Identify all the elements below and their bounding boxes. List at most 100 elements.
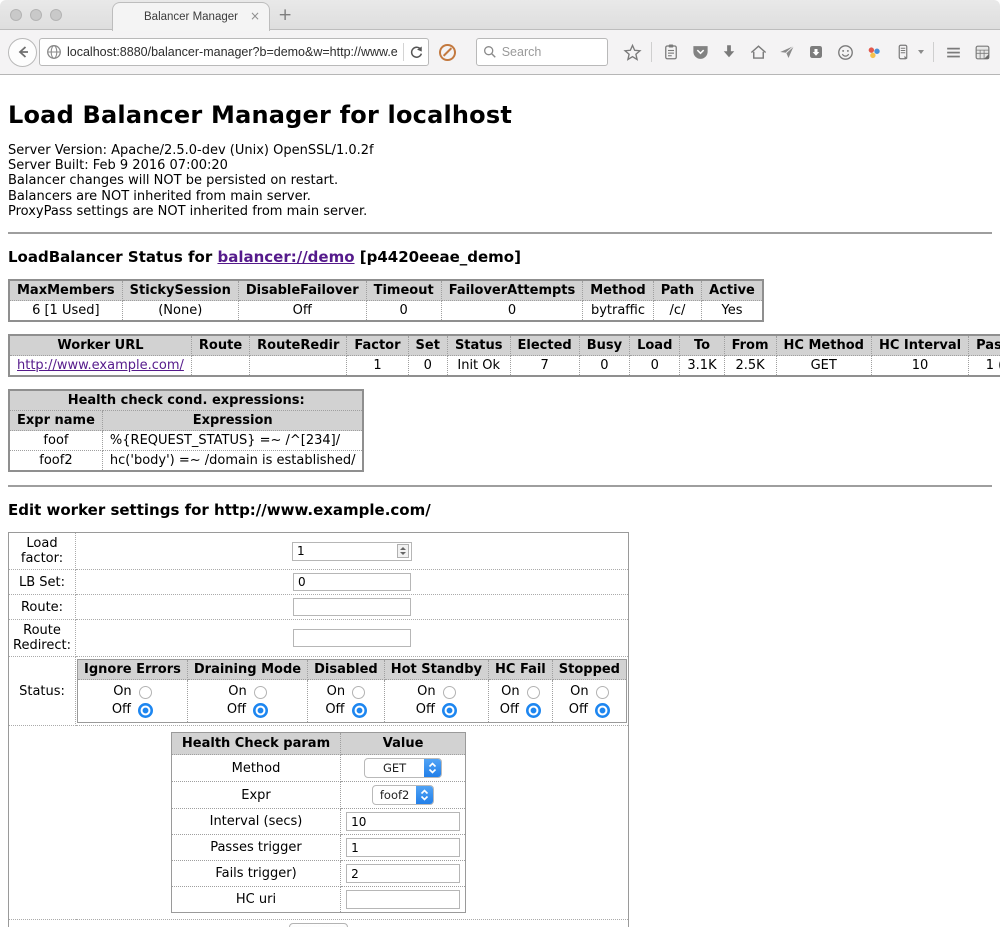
lb-set-input[interactable]	[293, 573, 411, 591]
back-button[interactable]	[8, 38, 37, 67]
bookmark-star-icon[interactable]	[622, 42, 642, 62]
lb-set-label: LB Set:	[9, 570, 76, 595]
number-stepper-icon[interactable]	[397, 544, 409, 558]
emoji-icon[interactable]	[835, 42, 855, 62]
cell: 6 [1 Used]	[9, 301, 122, 322]
balancer-demo-link[interactable]: balancer://demo	[217, 248, 354, 266]
menu-hamburger-icon[interactable]	[943, 42, 963, 62]
hc-passes-input[interactable]	[346, 838, 460, 857]
header-cell: MaxMembers	[9, 280, 122, 301]
tab-close-icon[interactable]: ×	[250, 10, 260, 22]
header-cell: Method	[583, 280, 653, 301]
route-input[interactable]	[293, 598, 411, 616]
worker-url-link[interactable]: http://www.example.com/	[17, 358, 184, 373]
color-dots-extension-icon[interactable]	[864, 42, 884, 62]
radio-label-on: On	[570, 683, 588, 701]
device-battery-icon[interactable]	[893, 42, 913, 62]
radio-ignore-errors-on[interactable]	[139, 686, 152, 699]
health-check-params-table: Health Check param Value Method GET	[171, 732, 466, 913]
hc-expr-label: Expr	[171, 782, 340, 809]
hc-fails-input[interactable]	[346, 864, 460, 883]
header-cell: Disabled	[308, 660, 385, 680]
window-close-button[interactable]	[10, 9, 22, 21]
reading-list-icon[interactable]	[661, 42, 681, 62]
radio-stopped-off[interactable]	[595, 703, 610, 718]
expr-row: foof %{REQUEST_STATUS} =~ /^[234]/	[9, 431, 363, 451]
cell: 0	[630, 356, 680, 377]
url-input[interactable]	[67, 45, 398, 59]
header-cell: Load	[630, 335, 680, 356]
radio-stopped-on[interactable]	[596, 686, 609, 699]
select-chevrons-icon	[416, 785, 433, 805]
search-bar[interactable]	[476, 38, 608, 66]
method-select-value: GET	[365, 761, 424, 775]
radio-label-on: On	[327, 683, 345, 701]
radio-hot-standby-off[interactable]	[442, 703, 457, 718]
table-row: 6 [1 Used] (None) Off 0 0 bytraffic /c/ …	[9, 301, 763, 322]
status-radio-row: On Off On Off On Off	[78, 680, 627, 723]
grid-extension-icon[interactable]	[972, 42, 992, 62]
cell: 3.1K	[680, 356, 724, 377]
load-factor-cell	[76, 533, 629, 570]
submit-button[interactable]: Submit	[289, 923, 348, 927]
radio-hot-standby-on[interactable]	[443, 686, 456, 699]
reload-icon[interactable]	[409, 45, 424, 60]
cell: Off	[238, 301, 366, 322]
radio-label-off: Off	[227, 701, 246, 719]
radio-disabled-off[interactable]	[352, 703, 367, 718]
radio-label-off: Off	[416, 701, 435, 719]
header-cell: Busy	[579, 335, 629, 356]
hc-row-fails: Fails trigger)	[171, 861, 465, 887]
toolbar-icons	[622, 42, 992, 62]
window-minimize-button[interactable]	[30, 9, 42, 21]
hc-interval-input[interactable]	[346, 812, 460, 831]
new-tab-button[interactable]: +	[278, 8, 292, 23]
header-cell: From	[724, 335, 776, 356]
hc-row-uri: HC uri	[171, 887, 465, 913]
radio-disabled-on[interactable]	[352, 686, 365, 699]
radio-draining-mode-on[interactable]	[254, 686, 267, 699]
load-factor-input[interactable]	[293, 543, 397, 559]
hc-interval-label: Interval (secs)	[171, 809, 340, 835]
radio-hc-fail-on[interactable]	[527, 686, 540, 699]
url-bar[interactable]	[39, 38, 429, 66]
expr-select[interactable]: foof2	[372, 785, 434, 805]
server-version-line: Server Version: Apache/2.5.0-dev (Unix) …	[8, 143, 992, 158]
expr-select-value: foof2	[373, 788, 416, 802]
pocket-icon[interactable]	[690, 42, 710, 62]
search-input[interactable]	[502, 45, 592, 59]
hc-uri-input[interactable]	[346, 890, 460, 909]
divider-1	[8, 232, 992, 234]
edit-worker-form: Load factor: LB Set: Route: Route Redire…	[8, 532, 629, 927]
radio-draining-mode-off[interactable]	[253, 703, 268, 718]
header-cell: HC Method	[776, 335, 871, 356]
server-info: Server Version: Apache/2.5.0-dev (Unix) …	[8, 143, 992, 219]
table-title-row: Health check cond. expressions:	[9, 390, 363, 411]
header-cell: Active	[702, 280, 763, 301]
hc-row-expr: Expr foof2	[171, 782, 465, 809]
header-cell: Draining Mode	[187, 660, 307, 680]
home-icon[interactable]	[748, 42, 768, 62]
table-header-row: MaxMembers StickySession DisableFailover…	[9, 280, 763, 301]
balancer-status-table: MaxMembers StickySession DisableFailover…	[8, 279, 764, 322]
radio-hc-fail-off[interactable]	[526, 703, 541, 718]
downloads-icon[interactable]	[719, 42, 739, 62]
status-header-row: Ignore Errors Draining Mode Disabled Hot…	[78, 660, 627, 680]
radio-ignore-errors-off[interactable]	[138, 703, 153, 718]
device-menu-caret-icon[interactable]	[918, 50, 924, 54]
page-content: Load Balancer Manager for localhost Serv…	[0, 75, 1000, 926]
send-tab-icon[interactable]	[777, 42, 797, 62]
cell	[191, 356, 249, 377]
method-select[interactable]: GET	[364, 758, 442, 778]
route-redirect-input[interactable]	[293, 629, 411, 647]
header-cell: Expr name	[9, 411, 102, 431]
status-group-draining-mode: On Off	[187, 680, 307, 723]
window-zoom-button[interactable]	[50, 9, 62, 21]
edit-worker-heading: Edit worker settings for http://www.exam…	[8, 501, 992, 519]
extension-download-icon[interactable]	[806, 42, 826, 62]
tab-balancer-manager[interactable]: Balancer Manager ×	[112, 2, 270, 31]
status-group-hot-standby: On Off	[384, 680, 488, 723]
worker-status-table: Worker URL Route RouteRedir Factor Set S…	[8, 334, 1000, 377]
blocked-content-icon[interactable]	[439, 44, 456, 61]
select-chevrons-icon	[424, 758, 441, 778]
